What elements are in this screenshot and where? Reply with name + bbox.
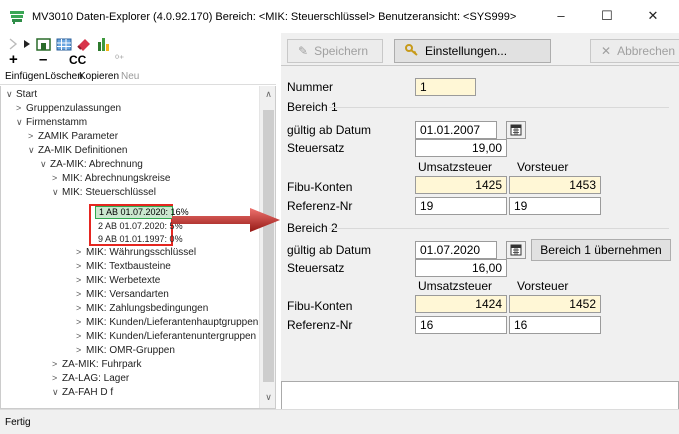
tree-node[interactable]: > MIK: Werbetexte [76,274,160,287]
steuersatz-label: Steuersatz [287,261,345,275]
tree-node[interactable]: > MIK: Abrechnungskreise [52,172,170,185]
tree-node[interactable]: 2 AB 01.07.2020: 5% [98,220,183,232]
window-title: MV3010 Daten-Explorer (4.0.92.170) Berei… [32,11,517,23]
bereich2-steuersatz-field[interactable]: 16,00 [415,259,507,277]
gueltig-label: gültig ab Datum [287,123,372,137]
cancel-button: ✕ Abbrechen [590,39,679,63]
new-button: Neu [121,71,140,82]
tree-node[interactable]: > MIK: Versandarten [76,288,169,301]
tree-node[interactable]: ∨ Firmenstamm [16,116,87,129]
bereich1-ref-umsatz-field[interactable]: 19 [415,197,507,215]
settings-button[interactable]: Einstellungen... [394,39,551,63]
bereich1-steuersatz-field[interactable]: 19,00 [415,139,507,157]
minimize-button[interactable]: – [545,4,577,28]
title-bar: MV3010 Daten-Explorer (4.0.92.170) Berei… [0,0,679,33]
vorsteuer-header: Vorsteuer [517,279,569,293]
tree-node[interactable]: > MIK: Zahlungsbedingungen [76,302,208,315]
tree-node-start[interactable]: ∨ Start [6,88,37,101]
copy-button[interactable]: Kopieren [79,71,119,82]
status-bar: Fertig [0,409,679,434]
calendar-icon[interactable] [506,121,526,139]
info-panel [281,381,679,409]
tree-node[interactable]: ∨ ZA-FAH D f [52,386,113,399]
grid-icon[interactable] [56,36,72,52]
delete-button[interactable]: Löschen [45,71,83,82]
umsatzsteuer-header: Umsatzsteuer [418,279,493,293]
key-icon [405,40,419,62]
umsatzsteuer-header: Umsatzsteuer [418,160,493,174]
bereich2-ref-umsatz-field[interactable]: 16 [415,316,507,334]
new-symbol: ⁰⁺ [115,54,125,65]
scroll-down-icon[interactable]: ∨ [260,392,275,403]
tree-node[interactable]: > MIK: Kunden/Lieferantenuntergruppen [76,330,256,343]
close-button[interactable]: ✕ [637,4,669,28]
bereich2-fibu-umsatz-field[interactable]: 1424 [415,295,507,313]
tree-node[interactable]: > MIK: Währungsschlüssel [76,246,196,259]
fibu-label: Fibu-Konten [287,299,353,313]
tree-node-selected[interactable]: 1 AB 01.07.2020: 16% [95,206,189,219]
app-icon [10,11,24,24]
status-text: Fertig [5,417,31,428]
bereich1-fibu-umsatz-field[interactable]: 1425 [415,176,507,194]
tree-node[interactable]: > MIK: Textbausteine [76,260,171,273]
referenz-label: Referenz-Nr [287,318,353,332]
toolbar-icon-row [6,36,116,56]
bereich1-fibu-vorsteuer-field[interactable]: 1453 [509,176,601,194]
delete-symbol[interactable]: – [39,52,47,67]
nummer-field[interactable]: 1 [415,78,476,96]
home-icon[interactable] [36,36,52,52]
calendar-icon[interactable] [506,241,526,259]
referenz-label: Referenz-Nr [287,199,353,213]
tree-node[interactable]: > ZAMIK Parameter [28,130,118,143]
maximize-button[interactable]: ☐ [591,4,623,28]
divider [329,107,669,108]
column-chart-icon[interactable] [96,36,112,52]
steuersatz-label: Steuersatz [287,141,345,155]
gueltig-label: gültig ab Datum [287,243,372,257]
insert-button[interactable]: Einfügen [5,71,44,82]
tree-node[interactable]: > ZA-LAG: Lager [52,372,129,385]
play-icon[interactable] [22,36,32,52]
divider [329,228,669,229]
cross-icon: ✕ [601,44,612,58]
bereich2-date-field[interactable]: 01.07.2020 [415,241,497,259]
copy-symbol[interactable]: CC [69,53,86,67]
tree-node[interactable]: ∨ ZA-MIK Definitionen [28,144,127,157]
tree-node[interactable]: > MIK: OMR-Gruppen [76,344,175,357]
save-button: ✎ Speichern [287,39,383,63]
explorer-toolbar: + – CC ⁰⁺ Einfügen Löschen Kopieren Neu [0,33,276,85]
insert-symbol[interactable]: + [9,52,18,67]
pencil-icon: ✎ [298,44,309,58]
tree-node[interactable]: ∨ ZA-MIK: Abrechnung [40,158,143,171]
record-toolbar: ✎ Speichern Einstellungen... ✕ Abbrechen [281,33,679,66]
scroll-up-icon[interactable]: ∧ [260,89,275,100]
tree-scrollbar[interactable]: ∧ ∨ [259,86,275,408]
vorsteuer-header: Vorsteuer [517,160,569,174]
bereich2-ref-vorsteuer-field[interactable]: 16 [509,316,601,334]
tree-node-steuerschluessel[interactable]: ∨ MIK: Steuerschlüssel [52,186,156,199]
tree-node[interactable]: > ZA-MIK: Fuhrpark [52,358,141,371]
explorer-tree[interactable]: ∨ Start > Gruppenzulassungen ∨ Firmenstamm … [0,86,276,409]
scroll-thumb[interactable] [263,110,274,382]
arrow-right-icon[interactable] [8,36,22,52]
bereich1-ref-vorsteuer-field[interactable]: 19 [509,197,601,215]
tree-node[interactable]: > Gruppenzulassungen [16,102,121,115]
bereich1-date-field[interactable]: 01.01.2007 [415,121,497,139]
copy-bereich1-button[interactable]: Bereich 1 übernehmen [531,239,671,261]
bereich2-fibu-vorsteuer-field[interactable]: 1452 [509,295,601,313]
eraser-icon[interactable] [76,36,92,52]
tree-node[interactable]: > MIK: Kunden/Lieferantenhauptgruppen [76,316,258,329]
arrow-right-icon [172,208,280,232]
tree-node[interactable]: 9 AB 01.01.1997: 0% [98,233,183,245]
steuerschluessel-form: Nummer 1 Bereich 1 gültig ab Datum 01.01… [281,66,679,381]
fibu-label: Fibu-Konten [287,180,353,194]
nummer-label: Nummer [287,80,334,94]
